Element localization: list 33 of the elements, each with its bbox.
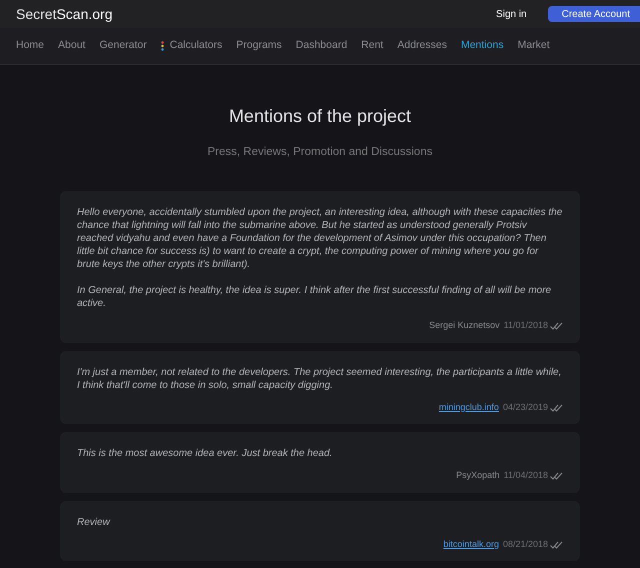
sign-in-link[interactable]: Sign in: [496, 6, 527, 22]
double-check-icon: [550, 322, 563, 330]
double-check-icon: [550, 404, 563, 412]
mention-text: Hello everyone, accidentally stumbled upon the project, an interesting idea, although with these capacities the chance that lightning will fall into the submarine above. But he started as understood generally Protsiv reached vidyahu and even have a Foundation for the development of Asimov under this occupation? Then little bit chance for success is) to want to create a crypt, the computing power of mining where you go for brute keys the other crypts it's brilliant).: [77, 206, 563, 272]
mention-date: 04/23/2019: [502, 400, 548, 414]
mention-date: 08/21/2018: [502, 538, 548, 551]
nav-link[interactable]: Addresses: [397, 38, 447, 54]
nav-link[interactable]: Dashboard: [296, 38, 348, 54]
double-check-icon: [550, 540, 563, 548]
mention-text: In General, the project is healthy, the idea is super. I think after the first successful finding of all will be more active.: [77, 284, 552, 310]
author-name: PsyXopath: [456, 469, 500, 482]
double-check-icon: [550, 472, 563, 480]
nav-link[interactable]: Market: [518, 38, 550, 54]
nav-link[interactable]: Programs: [236, 38, 282, 54]
mention-text: Review: [77, 516, 112, 529]
nav-link[interactable]: Calculators: [160, 38, 222, 54]
page-title: Mentions of the project: [228, 105, 412, 128]
nav-link[interactable]: About: [58, 38, 86, 54]
nav-link[interactable]: Generator: [99, 38, 147, 54]
nav-link[interactable]: Mentions: [460, 38, 504, 54]
site-logo[interactable]: SecretScan.org: [16, 4, 113, 24]
mention-date: 11/01/2018: [504, 319, 548, 332]
source-link[interactable]: miningclub.info: [438, 400, 499, 414]
source-link[interactable]: bitcointalk.org: [443, 538, 499, 552]
nav-link[interactable]: Home: [16, 38, 44, 54]
page-subtitle: Press, Reviews, Promotion and Discussions: [206, 145, 434, 160]
mention-date: 11/04/2018: [504, 469, 548, 482]
create-account-button[interactable]: Create Account: [548, 6, 640, 22]
author-name: Sergei Kuznetsov: [429, 319, 500, 332]
mention-text: This is the most awesome idea ever. Just break the head.: [77, 447, 334, 460]
dots-icon: [160, 41, 164, 51]
mention-text: I'm just a member, not related to the developers. The project seemed interesting, the participants a little while, I think that'll come to those in solo, small capacity digging.: [77, 366, 562, 392]
nav-link[interactable]: Rent: [361, 38, 384, 54]
